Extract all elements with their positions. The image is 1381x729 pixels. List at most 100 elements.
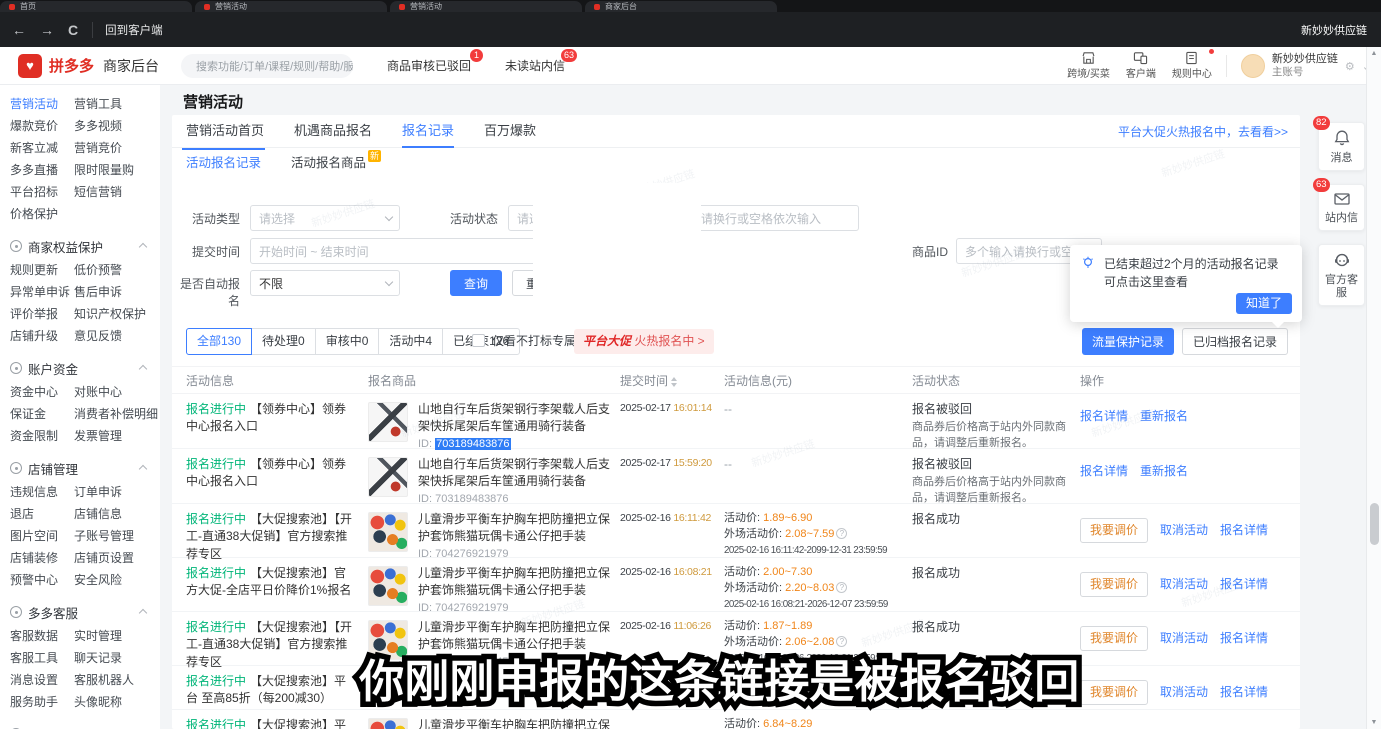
sort-icon[interactable] (671, 377, 677, 387)
action-重新报名[interactable]: 重新报名 (1140, 409, 1188, 423)
action-取消活动[interactable]: 取消活动 (1160, 631, 1208, 645)
sidebar-item-预警中心[interactable]: 预警中心 (10, 569, 74, 591)
page-scrollbar[interactable]: ▲ ▼ (1366, 47, 1381, 729)
scroll-up-icon[interactable]: ▲ (1367, 50, 1381, 57)
tab-报名记录[interactable]: 报名记录 (402, 115, 454, 148)
pinduoduo-logo-icon[interactable]: ♥ (18, 54, 42, 78)
sidebar-section-多多客服[interactable]: 多多客服 (0, 599, 160, 625)
sidebar-item-客服机器人[interactable]: 客服机器人 (74, 669, 158, 691)
sidebar-item-消息设置[interactable]: 消息设置 (10, 669, 74, 691)
action-报名详情[interactable]: 报名详情 (1080, 409, 1128, 423)
question-circle-icon[interactable]: ? (836, 582, 847, 593)
archived-records-button[interactable]: 已归档报名记录 (1182, 328, 1288, 355)
action-我要调价[interactable]: 我要调价 (1080, 680, 1148, 705)
sidebar-item-发票管理[interactable]: 发票管理 (74, 425, 158, 447)
sidebar-item-知识产权保护[interactable]: 知识产权保护 (74, 303, 158, 325)
sidebar-item-消费者补偿明细[interactable]: 消费者补偿明细 (74, 403, 158, 425)
refresh-icon[interactable]: C (68, 22, 78, 38)
sidebar-item-短信营销[interactable]: 短信营销 (74, 181, 158, 203)
auto-signup-select[interactable]: 不限 (250, 270, 400, 296)
tab-百万爆款[interactable]: 百万爆款 (484, 115, 536, 148)
sidebar-item-对账中心[interactable]: 对账中心 (74, 381, 158, 403)
action-重新报名[interactable]: 重新报名 (1140, 464, 1188, 478)
sidebar-item-资金中心[interactable]: 资金中心 (10, 381, 74, 403)
audit-rejected-link[interactable]: 商品审核已驳回 1 (387, 57, 471, 74)
sidebar-item-爆款竞价[interactable]: 爆款竞价 (10, 115, 74, 137)
sidebar-item-评价举报[interactable]: 评价举报 (10, 303, 74, 325)
sidebar-item-客服工具[interactable]: 客服工具 (10, 647, 74, 669)
action-取消活动[interactable]: 取消活动 (1160, 685, 1208, 699)
forward-icon[interactable]: → (40, 22, 54, 38)
filter-pill-审核中0[interactable]: 审核中0 (315, 328, 380, 355)
quicklink-客户端[interactable]: 客户端 (1126, 51, 1156, 81)
sidebar-item-图片空间[interactable]: 图片空间 (10, 525, 74, 547)
sidebar-item-违规信息[interactable]: 违规信息 (10, 481, 74, 503)
browser-tab[interactable]: 商家后台 (585, 1, 777, 12)
rail-item-消息[interactable]: 82消息 (1318, 122, 1365, 171)
tab-机遇商品报名[interactable]: 机遇商品报名 (294, 115, 372, 148)
sidebar-item-价格保护[interactable]: 价格保护 (10, 203, 74, 225)
sidebar-item-子账号管理[interactable]: 子账号管理 (74, 525, 158, 547)
sidebar-item-营销活动[interactable]: 营销活动 (10, 93, 74, 115)
sidebar-item-平台招标[interactable]: 平台招标 (10, 181, 74, 203)
tab-营销活动首页[interactable]: 营销活动首页 (186, 115, 264, 148)
sidebar-item-售后申诉[interactable]: 售后申诉 (74, 281, 158, 303)
sidebar-item-新客立减[interactable]: 新客立减 (10, 137, 74, 159)
sidebar-section-店铺管理[interactable]: 店铺管理 (0, 455, 160, 481)
filter-pill-待处理0[interactable]: 待处理0 (251, 328, 316, 355)
rail-item-站内信[interactable]: 63站内信 (1318, 184, 1365, 231)
address-text[interactable]: 回到客户端 (92, 22, 163, 38)
sidebar-item-异常单申诉[interactable]: 异常单申诉 (10, 281, 74, 303)
scrollbar-thumb[interactable] (1370, 503, 1379, 545)
column-header-提交时间[interactable]: 提交时间 (620, 367, 722, 395)
sidebar-section-账户资金[interactable]: 账户资金 (0, 355, 160, 381)
subtab-活动报名记录[interactable]: 活动报名记录 (186, 148, 261, 179)
flow-protection-button[interactable]: 流量保护记录 (1082, 328, 1174, 355)
action-我要调价[interactable]: 我要调价 (1080, 518, 1148, 543)
subtab-活动报名商品[interactable]: 活动报名商品新 (291, 148, 366, 179)
sidebar-section-多多进宝[interactable]: 多多进宝 (0, 721, 160, 729)
sidebar-item-安全风险[interactable]: 安全风险 (74, 569, 158, 591)
quicklink-跨境/买菜[interactable]: 跨境/买菜 (1067, 51, 1110, 81)
platform-promo-tag[interactable]: 平台大促 火热报名中 > (574, 329, 714, 354)
global-search-input[interactable]: 搜索功能/订单/课程/规则/帮助/服务 (181, 54, 353, 78)
action-报名详情[interactable]: 报名详情 (1220, 685, 1268, 699)
exclusive-activity-checkbox[interactable] (472, 334, 485, 347)
sidebar-section-商家权益保护[interactable]: 商家权益保护 (0, 233, 160, 259)
sidebar-item-服务助手[interactable]: 服务助手 (10, 691, 74, 713)
action-报名详情[interactable]: 报名详情 (1220, 523, 1268, 537)
unread-mail-link[interactable]: 未读站内信 63 (505, 57, 565, 74)
sidebar-item-营销工具[interactable]: 营销工具 (74, 93, 158, 115)
promo-link[interactable]: 平台大促火热报名中，去看看>> (1118, 123, 1288, 140)
browser-tab[interactable]: 首页 (0, 1, 192, 12)
browser-tab[interactable]: 营销活动 (390, 1, 582, 12)
sidebar-item-客服数据[interactable]: 客服数据 (10, 625, 74, 647)
quicklink-规则中心[interactable]: 规则中心 (1172, 51, 1212, 81)
sidebar-item-实时管理[interactable]: 实时管理 (74, 625, 158, 647)
sidebar-item-规则更新[interactable]: 规则更新 (10, 259, 74, 281)
sidebar-item-订单申诉[interactable]: 订单申诉 (74, 481, 158, 503)
sidebar-item-店铺升级[interactable]: 店铺升级 (10, 325, 74, 347)
sidebar-item-店铺装修[interactable]: 店铺装修 (10, 547, 74, 569)
sidebar-item-资金限制[interactable]: 资金限制 (10, 425, 74, 447)
sidebar-item-退店[interactable]: 退店 (10, 503, 74, 525)
sidebar-item-多多直播[interactable]: 多多直播 (10, 159, 74, 181)
query-button[interactable]: 查询 (450, 270, 502, 296)
sidebar-item-店铺信息[interactable]: 店铺信息 (74, 503, 158, 525)
action-报名详情[interactable]: 报名详情 (1220, 631, 1268, 645)
action-取消活动[interactable]: 取消活动 (1160, 577, 1208, 591)
sidebar-item-头像昵称[interactable]: 头像昵称 (74, 691, 158, 713)
action-取消活动[interactable]: 取消活动 (1160, 523, 1208, 537)
account-avatar[interactable] (1241, 54, 1265, 78)
activity-type-select[interactable]: 请选择 (250, 205, 400, 231)
sidebar-item-营销竞价[interactable]: 营销竞价 (74, 137, 158, 159)
scroll-down-icon[interactable]: ▼ (1367, 719, 1381, 726)
action-报名详情[interactable]: 报名详情 (1080, 464, 1128, 478)
filter-pill-全部130[interactable]: 全部130 (186, 328, 252, 355)
sidebar-item-保证金[interactable]: 保证金 (10, 403, 74, 425)
back-icon[interactable]: ← (12, 22, 26, 38)
browser-tab[interactable]: 营销活动 (195, 1, 387, 12)
filter-pill-活动中4[interactable]: 活动中4 (378, 328, 443, 355)
tooltip-ok-button[interactable]: 知道了 (1236, 293, 1292, 314)
sidebar-item-限时限量购[interactable]: 限时限量购 (74, 159, 158, 181)
